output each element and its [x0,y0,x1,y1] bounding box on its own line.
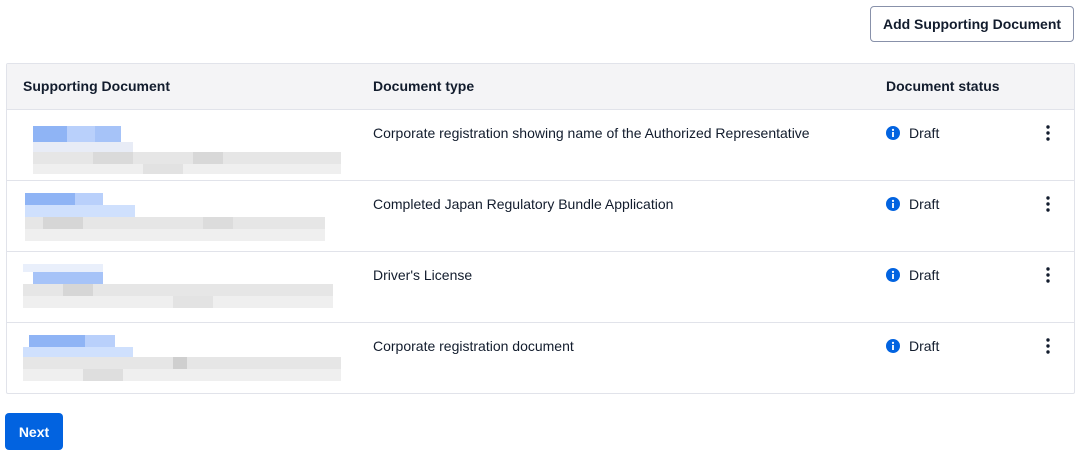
supporting-documents-table: Supporting Document Document type Docume… [6,63,1075,394]
document-type: Driver's License [373,267,473,283]
table-row: Corporate registration showing name of t… [7,110,1074,181]
status-badge: Draft [886,337,939,355]
next-button[interactable]: Next [5,413,63,450]
table-row: Driver's License Draft [7,252,1074,323]
info-icon [886,197,900,211]
column-header-document-status: Document status [886,78,1000,94]
status-text: Draft [909,338,940,354]
status-badge: Draft [886,266,939,284]
status-text: Draft [909,267,940,283]
document-type: Corporate registration showing name of t… [373,125,810,141]
more-vertical-icon [1046,196,1050,212]
status-badge: Draft [886,124,939,142]
table-row: Completed Japan Regulatory Bundle Applic… [7,181,1074,252]
more-vertical-icon [1046,267,1050,283]
column-header-supporting-document: Supporting Document [23,78,170,94]
table-row: Corporate registration document Draft [7,323,1074,393]
column-header-document-type: Document type [373,78,475,94]
row-actions-menu-button[interactable] [1037,122,1059,144]
info-icon [886,126,900,140]
row-actions-menu-button[interactable] [1037,335,1059,357]
more-vertical-icon [1046,125,1050,141]
info-icon [886,268,900,282]
more-vertical-icon [1046,338,1050,354]
info-icon [886,339,900,353]
redacted-document-name [23,335,341,381]
row-actions-menu-button[interactable] [1037,264,1059,286]
row-actions-menu-button[interactable] [1037,193,1059,215]
redacted-document-name [25,193,325,241]
table-header: Supporting Document Document type Docume… [7,64,1074,110]
redacted-document-name [33,126,341,174]
redacted-document-name [23,264,333,308]
document-type: Completed Japan Regulatory Bundle Applic… [373,196,674,212]
status-text: Draft [909,196,940,212]
document-type: Corporate registration document [373,338,574,354]
add-supporting-document-button[interactable]: Add Supporting Document [870,6,1074,42]
status-text: Draft [909,125,940,141]
status-badge: Draft [886,195,939,213]
